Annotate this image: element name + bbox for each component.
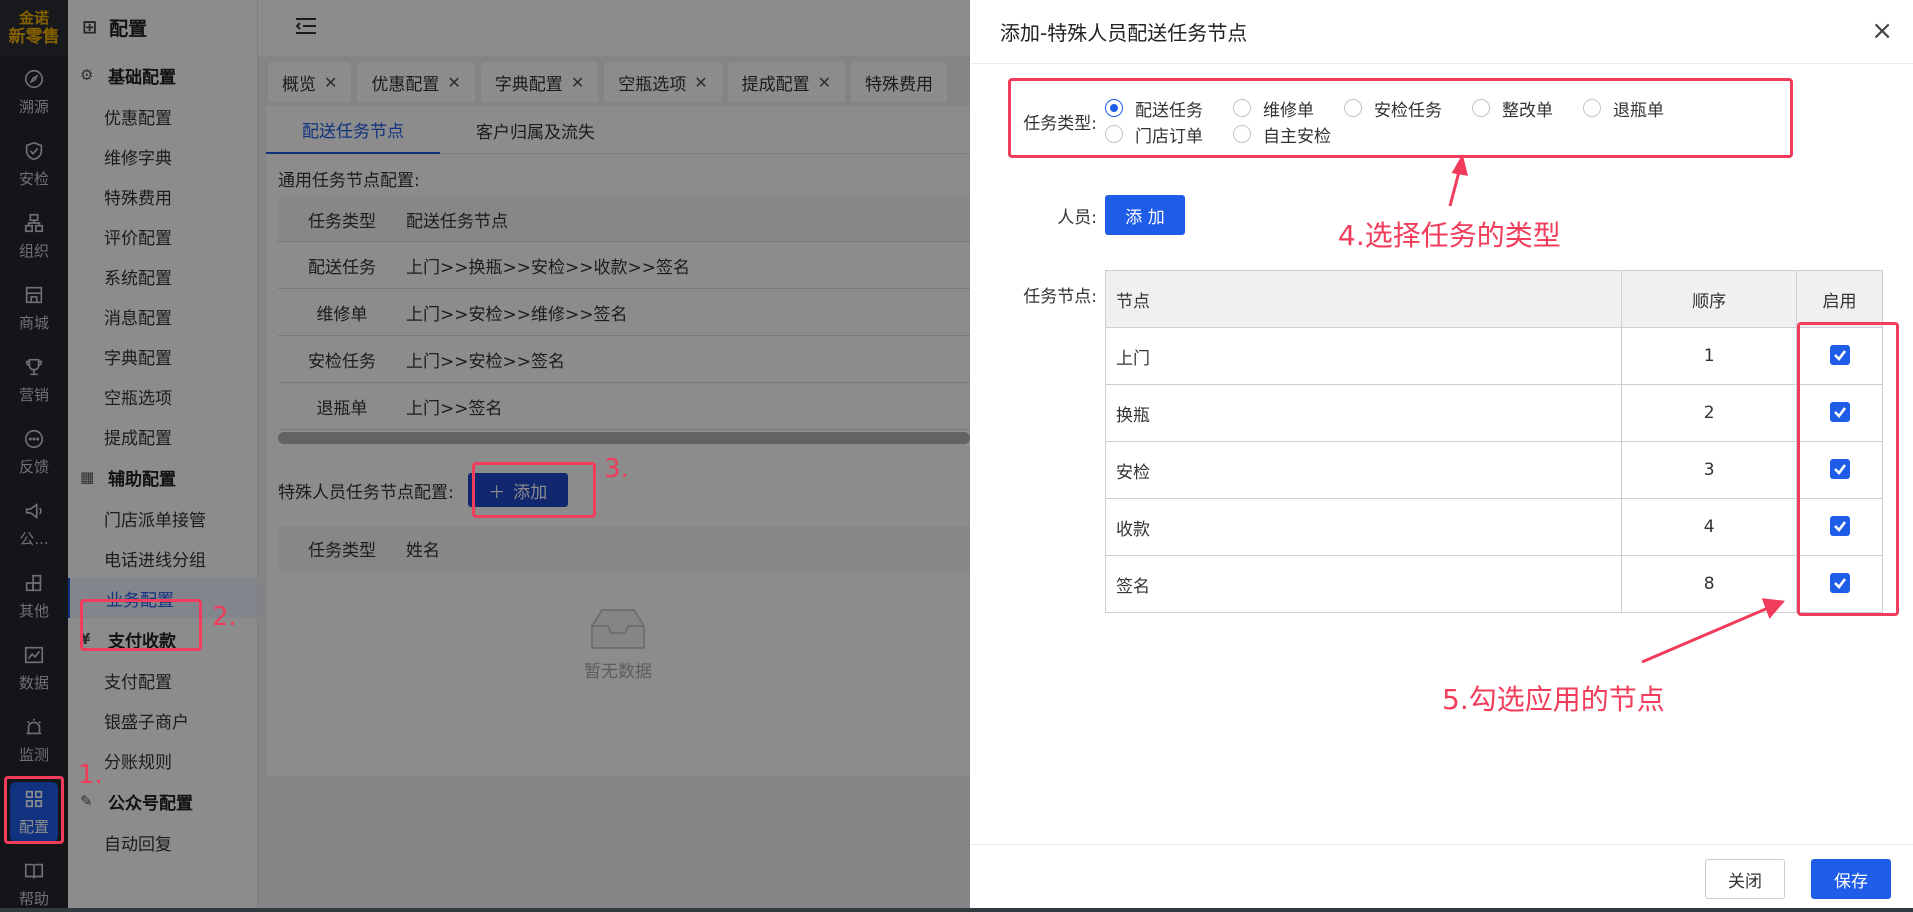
drawer-header: 添加-特殊人员配送任务节点 xyxy=(970,0,1913,64)
cell-order: 2 xyxy=(1621,384,1798,442)
annotation-box-3 xyxy=(472,462,596,518)
annotation-box-2 xyxy=(80,599,202,651)
annotation-box-4 xyxy=(1008,78,1793,158)
nodes-label: 任务节点: xyxy=(1023,287,1097,307)
add-person-button[interactable]: 添 加 xyxy=(1105,195,1185,235)
cell-order: 4 xyxy=(1621,498,1798,556)
table-row: 安检 3 xyxy=(1104,441,1883,499)
annotation-4: 4.选择任务的类型 xyxy=(1338,219,1561,252)
node-table: 节点 顺序 启用 上门 1 换瓶 2 安检 3 收款 4 签名 8 xyxy=(1104,270,1883,613)
annotation-box-1 xyxy=(4,776,64,844)
bottom-strip xyxy=(0,908,1913,912)
modal-overlay[interactable] xyxy=(0,0,970,912)
cell-order: 3 xyxy=(1621,441,1798,499)
table-row: 换瓶 2 xyxy=(1104,384,1883,442)
annotation-2: 2. xyxy=(212,602,237,632)
drawer-title: 添加-特殊人员配送任务节点 xyxy=(1000,21,1248,45)
cell-order: 1 xyxy=(1621,327,1798,385)
drawer-footer: 关闭 保存 xyxy=(970,844,1913,912)
node-table-header: 节点 顺序 启用 xyxy=(1104,270,1883,328)
table-row: 上门 1 xyxy=(1104,327,1883,385)
col-enabled: 启用 xyxy=(1796,270,1883,328)
annotation-3: 3. xyxy=(604,454,629,484)
table-row: 签名 8 xyxy=(1104,555,1883,613)
cell-node: 安检 xyxy=(1104,441,1623,499)
col-order: 顺序 xyxy=(1621,270,1798,328)
save-button[interactable]: 保存 xyxy=(1811,859,1891,899)
cell-order: 8 xyxy=(1621,555,1798,613)
cell-node: 换瓶 xyxy=(1104,384,1623,442)
table-row: 收款 4 xyxy=(1104,498,1883,556)
cell-node: 签名 xyxy=(1104,555,1623,613)
app-window: 金诺 新零售 溯源 安检 组织 商城 营销 反馈 公... 其他 数据 监测 配置 帮助 ⊞ 配置 ⚙… xyxy=(0,0,1913,912)
close-button[interactable]: 关闭 xyxy=(1705,859,1785,899)
close-icon[interactable]: × xyxy=(1871,18,1893,44)
person-row: 人员: 添 加 xyxy=(970,195,1185,235)
person-label: 人员: xyxy=(1057,207,1097,228)
cell-node: 上门 xyxy=(1104,327,1623,385)
annotation-box-5 xyxy=(1797,322,1899,616)
annotation-5: 5.勾选应用的节点 xyxy=(1442,683,1665,716)
annotation-1: 1. xyxy=(78,760,103,790)
nodes-row: 任务节点: 节点 顺序 启用 上门 1 换瓶 2 安检 3 收款 4 签名 8 xyxy=(970,270,1883,613)
cell-node: 收款 xyxy=(1104,498,1623,556)
col-node: 节点 xyxy=(1104,270,1623,328)
